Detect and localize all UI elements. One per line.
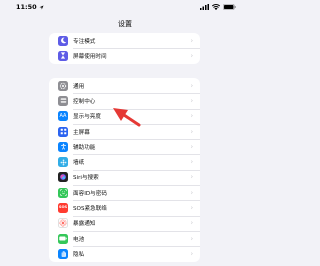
red-arrow-annotation (113, 108, 141, 127)
